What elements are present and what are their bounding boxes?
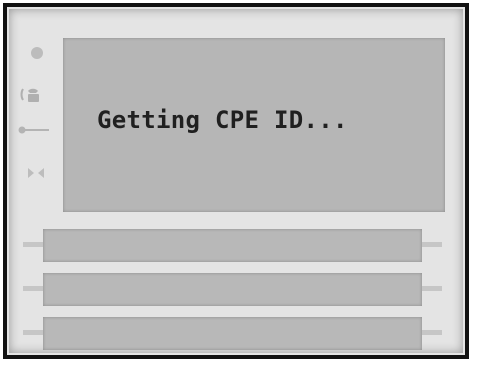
slot-connector-left <box>23 330 43 335</box>
status-message: Getting CPE ID... <box>97 106 348 134</box>
device-panel: Getting CPE ID... <box>3 3 469 359</box>
dsl-icon <box>28 168 44 178</box>
slot-connector-right <box>422 286 442 291</box>
slot-2 <box>7 273 473 306</box>
slot-connector-right <box>422 242 442 247</box>
slot-1 <box>7 229 473 262</box>
slot-bar <box>43 229 422 262</box>
phone-icon <box>20 88 39 102</box>
line-icon <box>18 126 49 134</box>
slot-bar <box>43 317 422 350</box>
slot-connector-left <box>23 286 43 291</box>
slot-connector-left <box>23 242 43 247</box>
power-icon <box>31 47 43 59</box>
lcd-screen: Getting CPE ID... <box>63 38 445 212</box>
slot-connector-right <box>422 330 442 335</box>
slot-bar <box>43 273 422 306</box>
slot-3 <box>7 317 473 350</box>
